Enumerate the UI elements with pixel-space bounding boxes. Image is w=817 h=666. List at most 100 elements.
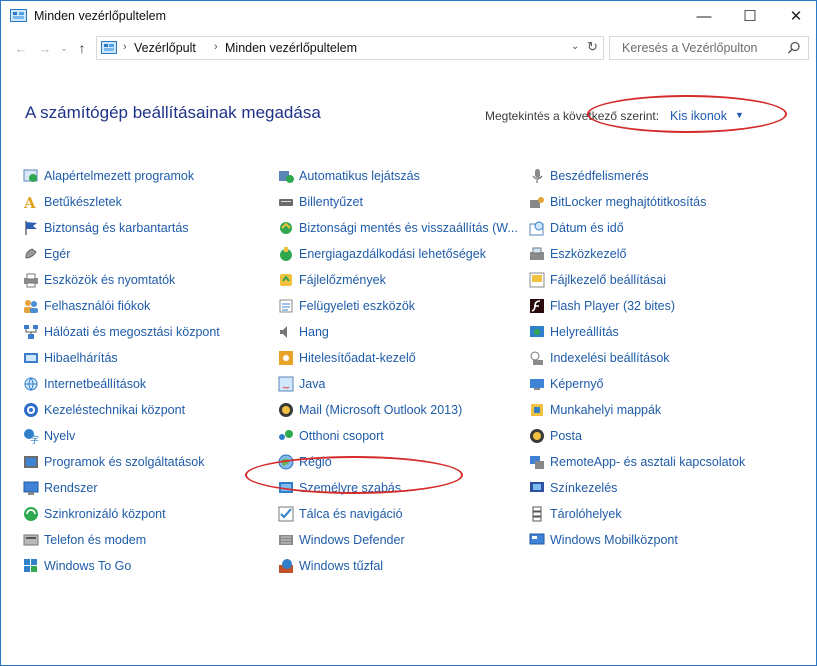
- control-panel-item[interactable]: Flash Player (32 bites): [529, 296, 675, 316]
- control-panel-item[interactable]: Egér: [23, 244, 70, 264]
- title-bar[interactable]: Minden vezérlőpultelem — ☐ ✕: [1, 1, 816, 31]
- control-panel-item-label: Rendszer: [44, 481, 98, 495]
- address-bar[interactable]: › Vezérlőpult › Minden vezérlőpultelem ⌄…: [96, 36, 604, 60]
- control-panel-item[interactable]: Szinkronizáló központ: [23, 504, 166, 524]
- control-panel-item[interactable]: Színkezelés: [529, 478, 617, 498]
- control-panel-item[interactable]: Windows Defender: [278, 530, 405, 550]
- clock-icon: [529, 221, 544, 236]
- minimize-button[interactable]: —: [681, 1, 727, 31]
- control-panel-item[interactable]: Fájlkezelő beállításai: [529, 270, 666, 290]
- control-panel-item[interactable]: Munkahelyi mappák: [529, 400, 661, 420]
- control-panel-item-label: Nyelv: [44, 429, 76, 443]
- control-panel-item[interactable]: A Betűkészletek: [23, 192, 122, 212]
- recovery-icon: [530, 326, 544, 337]
- control-panel-item[interactable]: Mail (Microsoft Outlook 2013): [278, 400, 462, 420]
- color-management-icon: [530, 482, 544, 492]
- control-panel-item[interactable]: Windows tűzfal: [278, 556, 383, 576]
- sound-icon: [280, 326, 287, 338]
- control-panel-item[interactable]: Eszközkezelő: [529, 244, 626, 264]
- control-panel-item[interactable]: Személyre szabás: [278, 478, 401, 498]
- control-panel-item[interactable]: Alapértelmezett programok: [23, 166, 194, 186]
- maximize-button[interactable]: ☐: [727, 1, 773, 31]
- file-history-icon: [280, 274, 292, 286]
- control-panel-item-label: Tálca és navigáció: [299, 507, 403, 521]
- control-panel-item[interactable]: Felügyeleti eszközök: [278, 296, 415, 316]
- control-panel-item[interactable]: Windows To Go: [23, 556, 131, 576]
- up-button[interactable]: ↑: [73, 38, 91, 58]
- device-manager-icon: [530, 247, 544, 260]
- control-panel-item-label: Mail (Microsoft Outlook 2013): [299, 403, 463, 417]
- control-panel-item-label: Windows tűzfal: [299, 559, 384, 573]
- control-panel-item[interactable]: Helyreállítás: [529, 322, 619, 342]
- troubleshoot-icon: [24, 353, 38, 363]
- back-button[interactable]: ←: [11, 38, 31, 58]
- control-panel-item[interactable]: Tárolóhelyek: [529, 504, 622, 524]
- control-panel-item[interactable]: Energiagazdálkodási lehetőségek: [278, 244, 486, 264]
- address-dropdown-button[interactable]: ⌄: [571, 41, 579, 52]
- control-panel-item-label: Fájlkezelő beállításai: [550, 273, 667, 287]
- chevron-down-icon[interactable]: ▼: [735, 110, 744, 120]
- control-panel-item[interactable]: Windows Mobilközpont: [529, 530, 678, 550]
- view-by-dropdown[interactable]: Kis ikonok: [670, 109, 727, 123]
- personalization-icon: [279, 482, 293, 493]
- control-panel-item-label: Posta: [550, 429, 582, 443]
- control-panel-item[interactable]: Otthoni csoport: [278, 426, 384, 446]
- control-panel-item[interactable]: Beszédfelismerés: [529, 166, 649, 186]
- mail-icon: [279, 403, 293, 417]
- control-panel-item-label: Java: [299, 377, 326, 391]
- control-panel-item[interactable]: RemoteApp- és asztali kapcsolatok: [529, 452, 745, 472]
- control-panel-item[interactable]: Hang: [278, 322, 329, 342]
- control-panel-item-label: Indexelési beállítások: [550, 351, 670, 365]
- breadcrumb-item[interactable]: Vezérlőpult: [134, 41, 196, 55]
- mobility-center-icon: [529, 533, 545, 545]
- control-panel-item[interactable]: Hibaelhárítás: [23, 348, 118, 368]
- region-icon: [278, 454, 294, 470]
- control-panel-item-label: Felügyeleti eszközök: [299, 299, 416, 313]
- search-icon[interactable]: [787, 41, 801, 55]
- control-panel-item[interactable]: Fájlelőzmények: [278, 270, 386, 290]
- control-panel-item[interactable]: Automatikus lejátszás: [278, 166, 420, 186]
- control-panel-item[interactable]: Dátum és idő: [529, 218, 624, 238]
- control-panel-item[interactable]: Posta: [529, 426, 582, 446]
- remoteapp-icon: [530, 456, 544, 469]
- control-panel-item[interactable]: Programok és szolgáltatások: [23, 452, 205, 472]
- control-panel-item[interactable]: 字 Nyelv: [23, 426, 75, 446]
- control-panel-item[interactable]: Biztonság és karbantartás: [23, 218, 189, 238]
- navigation-bar: ← → ⌄ ↑ › Vezérlőpult › Minden vezérlőpu…: [1, 31, 816, 65]
- svg-text:字: 字: [30, 434, 39, 444]
- control-panel-item[interactable]: Kezeléstechnikai központ: [23, 400, 185, 420]
- control-panel-item[interactable]: Biztonsági mentés és visszaállítás (W...: [278, 218, 518, 238]
- programs-icon: [24, 456, 38, 468]
- control-panel-item-label: Kezeléstechnikai központ: [44, 403, 186, 417]
- close-button[interactable]: ✕: [773, 1, 817, 31]
- control-panel-item[interactable]: Billentyűzet: [278, 192, 363, 212]
- control-panel-item[interactable]: Eszközök és nyomtatók: [23, 270, 175, 290]
- refresh-button[interactable]: ↻: [587, 39, 598, 55]
- control-panel-item[interactable]: Internetbeállítások: [23, 374, 146, 394]
- storage-spaces-icon: [532, 506, 542, 522]
- control-panel-item[interactable]: Képernyő: [529, 374, 604, 394]
- control-panel-item-label: Automatikus lejátszás: [299, 169, 420, 183]
- control-panel-item-label: Hang: [299, 325, 329, 339]
- control-panel-item[interactable]: Java: [278, 374, 325, 394]
- control-panel-item[interactable]: Hálózati és megosztási központ: [23, 322, 220, 342]
- control-panel-item-label: Képernyő: [550, 377, 604, 391]
- control-panel-item-label: Hibaelhárítás: [44, 351, 118, 365]
- recent-locations-button[interactable]: ⌄: [58, 38, 70, 58]
- breadcrumb-item[interactable]: Minden vezérlőpultelem: [225, 41, 357, 55]
- control-panel-window: Minden vezérlőpultelem — ☐ ✕ ← → ⌄ ↑ › V…: [0, 0, 817, 666]
- control-panel-item[interactable]: Indexelési beállítások: [529, 348, 670, 368]
- control-panel-item[interactable]: Hitelesítőadat-kezelő: [278, 348, 416, 368]
- control-panel-icon: [101, 41, 117, 54]
- forward-button[interactable]: →: [35, 38, 55, 58]
- defender-icon: [279, 535, 293, 545]
- page-title: A számítógép beállításainak megadása: [25, 103, 321, 122]
- control-panel-item[interactable]: Tálca és navigáció: [278, 504, 403, 524]
- control-panel-item[interactable]: Rendszer: [23, 478, 98, 498]
- control-panel-item[interactable]: Régió: [278, 452, 332, 472]
- backup-icon: [280, 222, 292, 234]
- control-panel-item[interactable]: Telefon és modem: [23, 530, 146, 550]
- search-input[interactable]: Keresés a Vezérlőpulton: [609, 36, 809, 60]
- control-panel-item[interactable]: BitLocker meghajtótitkosítás: [529, 192, 706, 212]
- control-panel-item[interactable]: Felhasználói fiókok: [23, 296, 150, 316]
